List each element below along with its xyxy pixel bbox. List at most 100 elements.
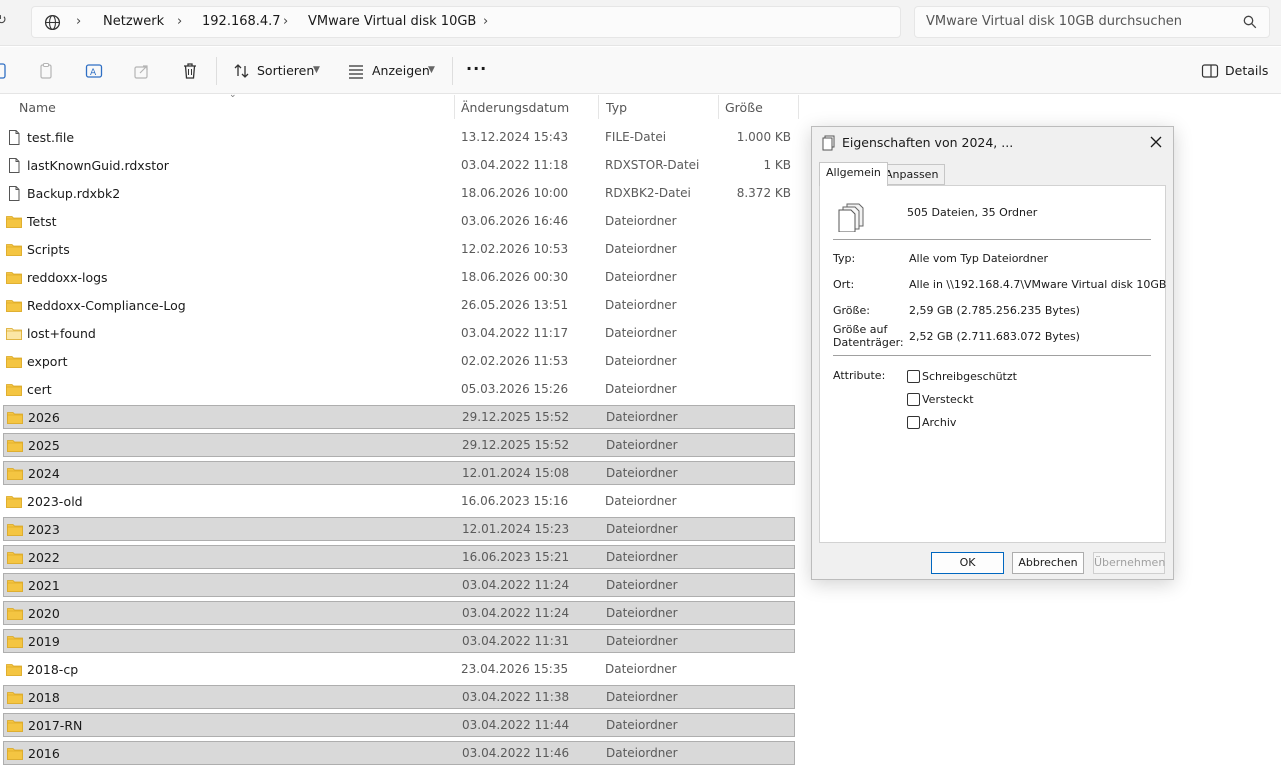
column-type[interactable]: Typ [606,100,627,115]
table-row[interactable]: Reddoxx-Compliance-Log 26.05.2026 13:51 Da… [3,294,795,318]
delete-icon[interactable] [180,61,200,81]
folder-icon [7,634,23,649]
file-date: 03.04.2022 11:44 [462,718,570,732]
view-button[interactable]: Anzeigen [372,63,430,78]
folder-icon [6,298,22,313]
column-divider[interactable] [718,95,719,119]
search-icon[interactable] [1243,15,1257,29]
table-row[interactable]: Scripts 12.02.2026 10:53 Dateiordner [3,238,795,262]
readonly-checkbox[interactable] [907,370,920,383]
file-type: Dateiordner [605,382,677,396]
table-row[interactable]: test.file 13.12.2024 15:43 FILE-Datei 1.000… [3,126,795,150]
archive-checkbox[interactable] [907,416,920,429]
file-name: Scripts [27,242,70,257]
table-row[interactable]: 2019 03.04.2022 11:31 Dateiordner [3,629,795,653]
folder-icon [6,494,22,509]
sort-icon[interactable] [232,61,252,81]
table-row[interactable]: 2023 12.01.2024 15:23 Dateiordner [3,517,795,541]
size-label: Größe: [833,304,870,317]
command-bar: A Sortieren ▼ Anzeigen ▼ ··· Details [0,47,1281,94]
folder-icon [7,550,23,565]
breadcrumb-host[interactable]: 192.168.4.7 [202,14,281,29]
column-size[interactable]: Größe [725,100,763,115]
file-size: 8.372 KB [736,186,791,200]
view-icon[interactable] [346,61,366,81]
file-date: 16.06.2023 15:21 [462,550,570,564]
column-divider[interactable] [798,95,799,119]
selection-summary: 505 Dateien, 35 Ordner [907,206,1038,219]
table-row[interactable]: 2018-cp 23.04.2026 15:35 Dateiordner [3,658,795,682]
table-row[interactable]: 2020 03.04.2022 11:24 Dateiordner [3,601,795,625]
file-type: Dateiordner [606,522,678,536]
table-row[interactable]: 2023-old 16.06.2023 15:16 Dateiordner [3,490,795,514]
breadcrumb[interactable]: › Netzwerk › 192.168.4.7 › VMware Virtua… [31,6,901,38]
column-date[interactable]: Änderungsdatum [461,100,569,115]
table-row[interactable]: 2025 29.12.2025 15:52 Dateiordner [3,433,795,457]
share-icon[interactable] [132,61,152,81]
details-button[interactable]: Details [1225,63,1268,78]
cancel-button[interactable]: Abbrechen [1012,552,1084,574]
table-row[interactable]: cert 05.03.2026 15:26 Dateiordner [3,378,795,402]
readonly-label[interactable]: Schreibgeschützt [922,370,1017,383]
ok-button[interactable]: OK [931,552,1004,574]
table-row[interactable]: 2017-RN 03.04.2022 11:44 Dateiordner [3,713,795,737]
hidden-checkbox[interactable] [907,393,920,406]
folder-icon [6,382,22,397]
folder-icon [6,326,22,341]
table-row[interactable]: lost+found 03.04.2022 11:17 Dateiordner [3,322,795,346]
attributes-label: Attribute: [833,369,886,382]
folder-icon [6,270,22,285]
new-item-icon[interactable] [0,61,8,81]
table-row[interactable]: Tetst 03.06.2026 16:46 Dateiordner [3,210,795,234]
rename-icon[interactable]: A [84,61,104,81]
hidden-label[interactable]: Versteckt [922,393,974,406]
apply-button[interactable]: Übernehmen [1093,552,1165,574]
file-date: 03.04.2022 11:46 [462,746,570,760]
details-pane-icon[interactable] [1200,61,1220,81]
sort-button[interactable]: Sortieren [257,63,314,78]
folder-icon [7,690,23,705]
more-options-icon[interactable]: ··· [466,59,487,78]
file-icon [6,158,22,173]
chevron-right-icon: › [177,14,183,29]
file-date: 03.04.2022 11:38 [462,690,570,704]
folder-icon [7,578,23,593]
toolbar-divider [452,57,453,85]
file-name: 2018-cp [27,662,79,677]
folder-icon [6,354,22,369]
archive-label[interactable]: Archiv [922,416,956,429]
chevron-right-icon[interactable]: › [483,14,488,29]
close-icon[interactable] [1147,133,1165,151]
breadcrumb-network[interactable]: Netzwerk [103,14,164,29]
chevron-down-icon: ▼ [428,65,435,75]
table-row[interactable]: export 02.02.2026 11:53 Dateiordner [3,350,795,374]
tab-general[interactable]: Allgemein [819,162,888,186]
file-type: Dateiordner [606,578,678,592]
file-name: 2019 [28,634,60,649]
column-divider[interactable] [598,95,599,119]
table-row[interactable]: 2024 12.01.2024 15:08 Dateiordner [3,461,795,485]
column-divider[interactable] [454,95,455,119]
folder-icon [6,214,22,229]
tab-customize[interactable]: Anpassen [878,164,946,185]
breadcrumb-disk[interactable]: VMware Virtual disk 10GB [308,14,476,29]
file-name: export [27,354,68,369]
table-row[interactable]: 2026 29.12.2025 15:52 Dateiordner [3,405,795,429]
table-row[interactable]: 2021 03.04.2022 11:24 Dateiordner [3,573,795,597]
table-row[interactable]: 2022 16.06.2023 15:21 Dateiordner [3,545,795,569]
file-date: 03.04.2022 11:24 [462,606,570,620]
file-name: 2026 [28,410,60,425]
refresh-icon[interactable]: ↻ [0,13,7,28]
table-row[interactable]: reddoxx-logs 18.06.2026 00:30 Dateiordner [3,266,795,290]
search-input[interactable]: VMware Virtual disk 10GB durchsuchen [914,6,1270,38]
type-label: Typ: [833,252,856,265]
table-row[interactable]: lastKnownGuid.rdxstor 03.04.2022 11:18 RDX… [3,154,795,178]
file-name: 2025 [28,438,60,453]
copy-icon[interactable] [36,61,56,81]
file-name: reddoxx-logs [27,270,108,285]
file-name: test.file [27,130,75,145]
table-row[interactable]: 2016 03.04.2022 11:46 Dateiordner [3,741,795,765]
column-name[interactable]: Name [19,100,56,115]
table-row[interactable]: 2018 03.04.2022 11:38 Dateiordner [3,685,795,709]
table-row[interactable]: Backup.rdxbk2 18.06.2026 10:00 RDXBK2-Date… [3,182,795,206]
